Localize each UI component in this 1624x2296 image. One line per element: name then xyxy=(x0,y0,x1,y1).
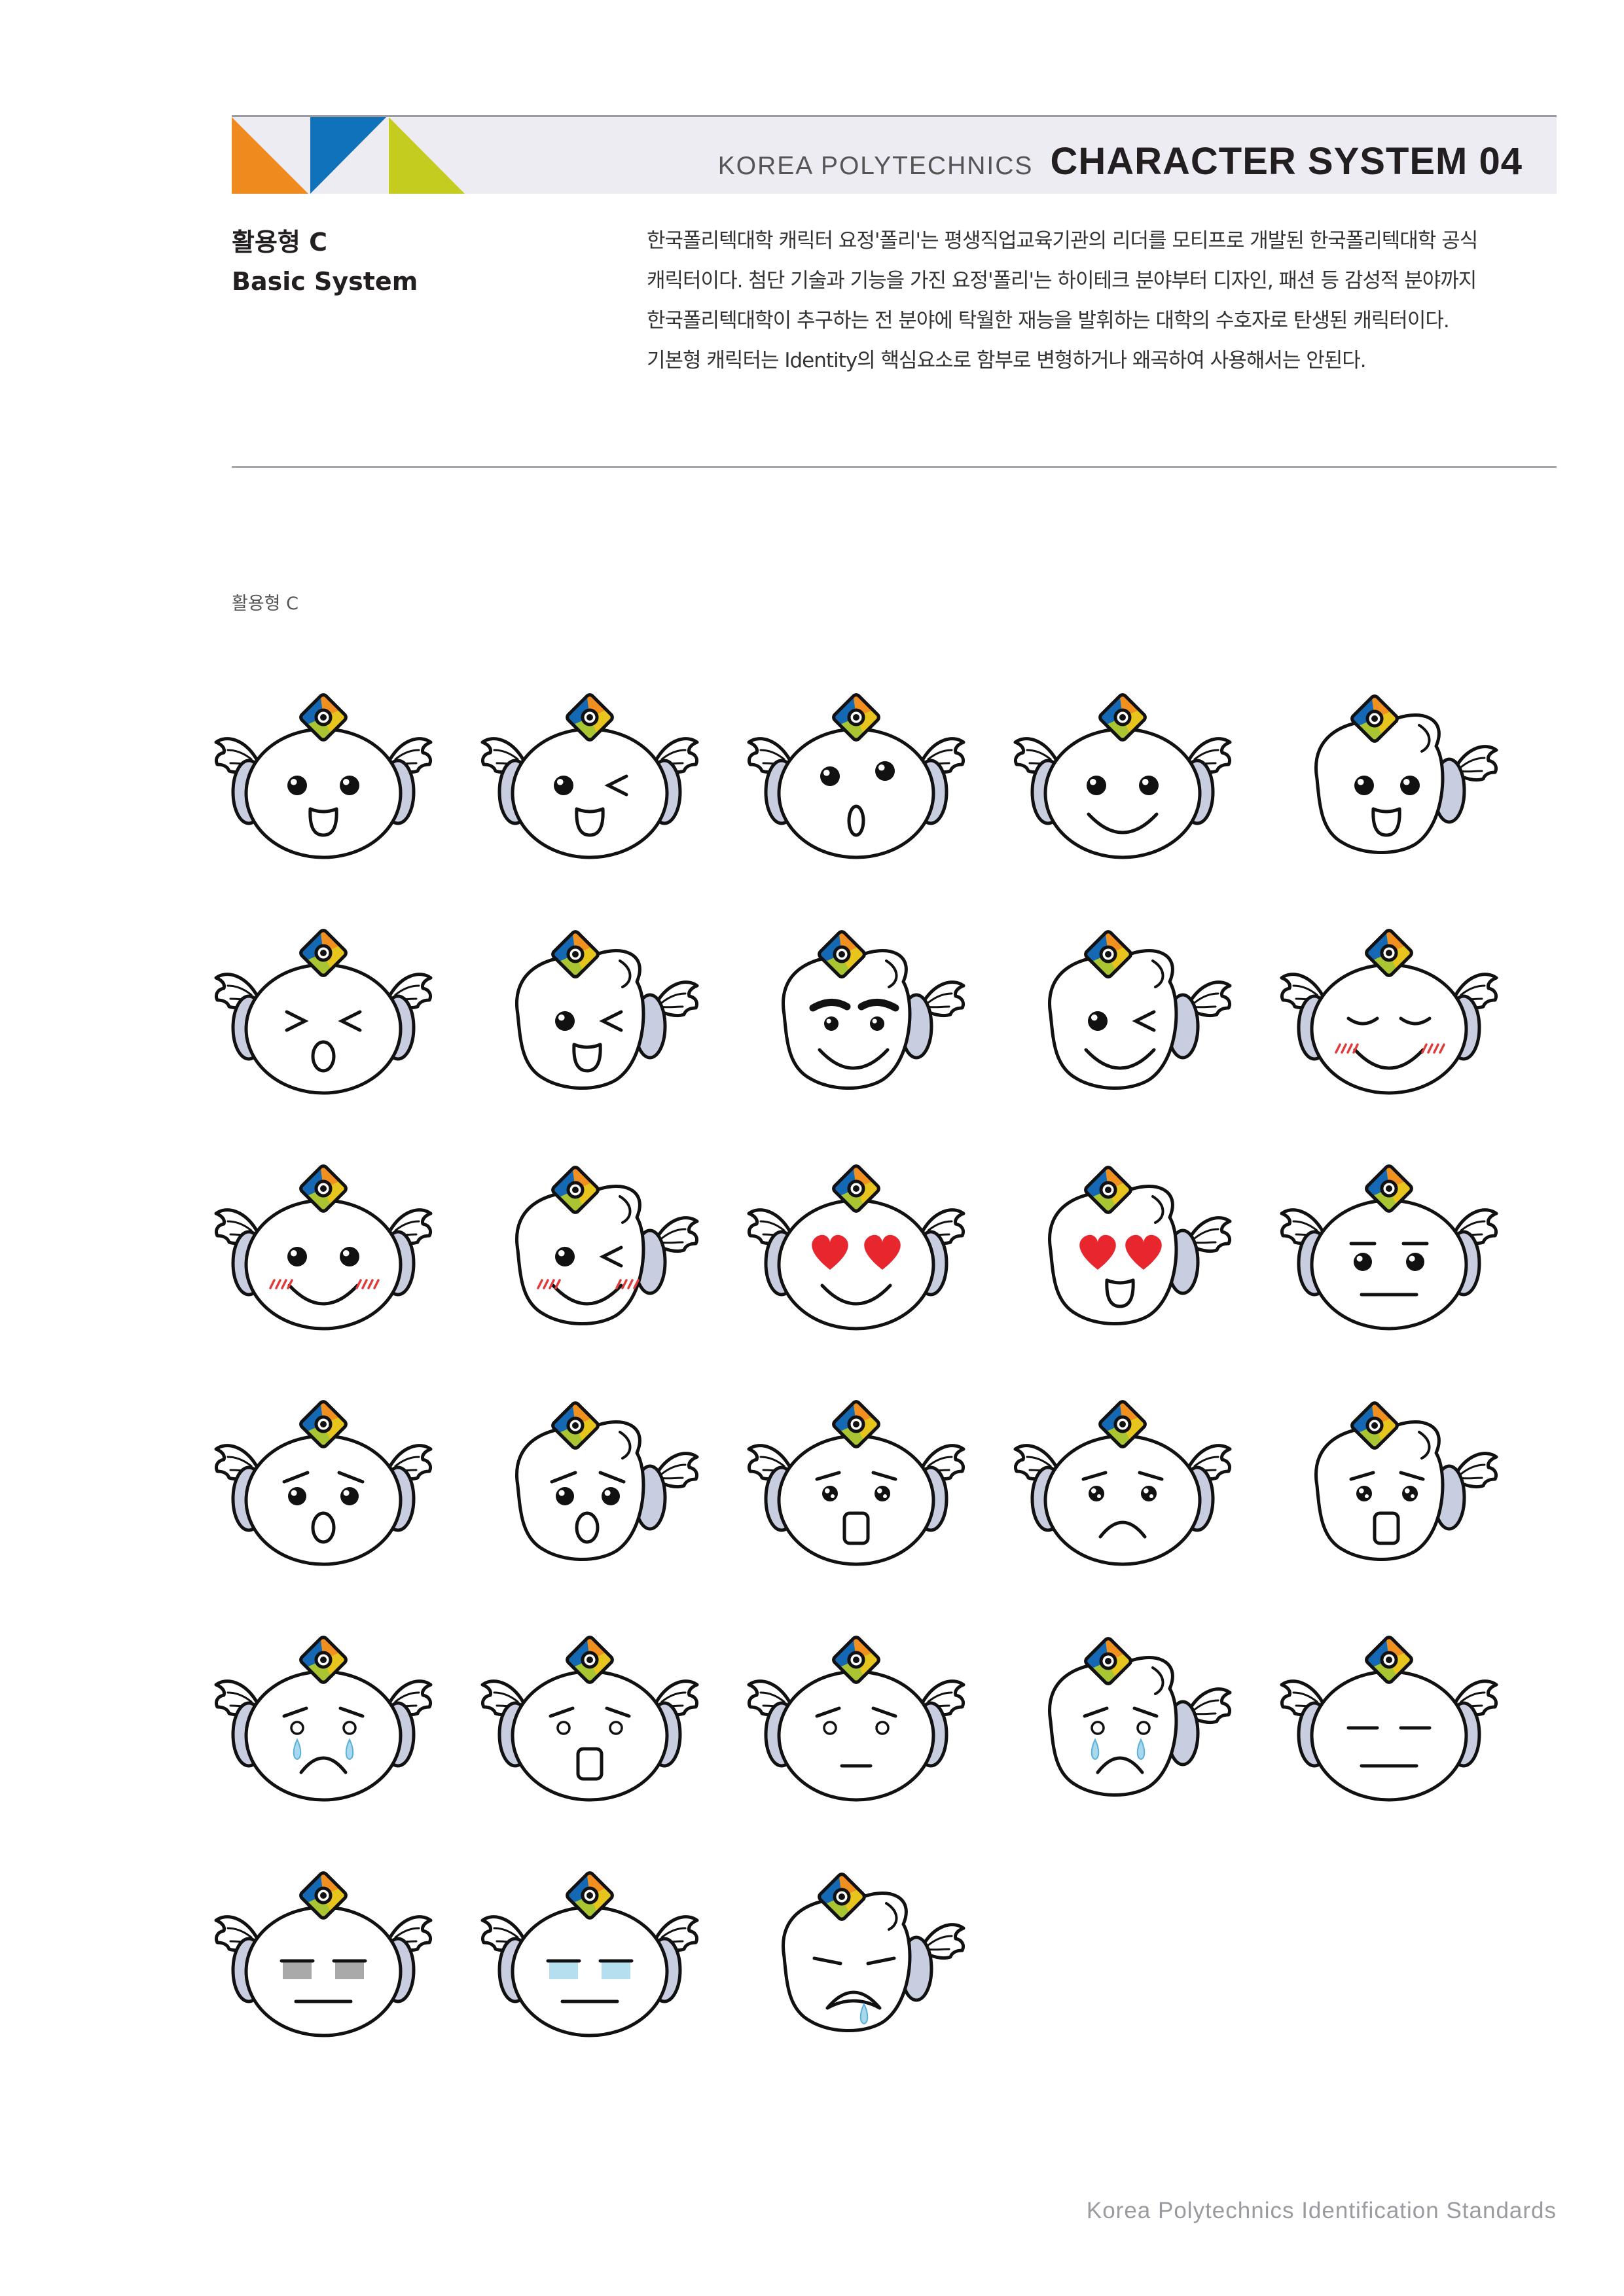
header-logo-shapes xyxy=(232,117,465,194)
character-illustration xyxy=(1280,1164,1498,1331)
character-illustration xyxy=(515,1166,699,1326)
section-label: 활용형 C Basic System xyxy=(232,223,598,301)
character-sparkle-frown xyxy=(1013,1388,1232,1584)
character-illustration xyxy=(214,1636,433,1802)
character-illustration xyxy=(747,1164,965,1331)
character-illustration xyxy=(214,1400,433,1566)
character-bars-blue-line xyxy=(480,1859,699,2055)
character-rings-frown xyxy=(1024,1623,1232,1820)
character-illustration xyxy=(480,1636,699,1802)
face-mouth xyxy=(1373,1511,1400,1545)
face-mouth xyxy=(847,804,865,837)
character-dots-open-smile xyxy=(1291,681,1498,877)
section-title-ko: 활용형 C xyxy=(232,228,327,257)
character-illustration xyxy=(214,929,433,1095)
header-title: KOREA POLYTECHNICS CHARACTER SYSTEM 04 xyxy=(718,139,1523,183)
character-illustration xyxy=(214,1871,433,2037)
footer-text: Korea Polytechnics Identification Standa… xyxy=(1086,2198,1557,2223)
character-wink-smile xyxy=(1024,916,1232,1113)
face-mouth xyxy=(311,1511,336,1544)
character-illustration xyxy=(782,930,965,1090)
logo-orange-triangle xyxy=(232,117,308,194)
character-illustration xyxy=(1314,1401,1498,1562)
character-illustration xyxy=(782,1873,965,2033)
face-mouth xyxy=(311,1040,336,1073)
character-sparkle-square xyxy=(1291,1388,1498,1584)
face-mouth xyxy=(576,1747,604,1781)
intro-line: 한국폴리텍대학 캐릭터 요정'폴리'는 평생직업교육기관의 리더를 모티프로 개… xyxy=(647,229,1478,253)
character-illustration xyxy=(214,693,433,859)
character-closed-lines-grimace xyxy=(758,1859,965,2055)
character-dots-smile xyxy=(1013,681,1232,877)
character-wink-smile xyxy=(492,1152,699,1348)
character-rings-line-small xyxy=(747,1623,965,1820)
intro-line: 기본형 캐릭터는 Identity의 핵심요소로 함부로 변형하거나 왜곡하여 … xyxy=(647,349,1367,372)
character-worried-o-oval xyxy=(214,1388,433,1584)
character-squint-o-oval xyxy=(214,916,433,1113)
character-illustration xyxy=(480,693,699,859)
character-hearts-open-smile xyxy=(1024,1152,1232,1348)
character-illustration xyxy=(515,930,699,1090)
character-illustration xyxy=(747,1636,965,1802)
character-rings-frown xyxy=(214,1623,433,1820)
logo-lime-triangle xyxy=(389,117,465,194)
character-dots-lidded-line xyxy=(1280,1152,1498,1348)
grid-caption: 활용형 C xyxy=(232,594,298,614)
character-wink-open-smile xyxy=(480,681,699,877)
character-rings-square xyxy=(480,1623,699,1820)
intro-line: 한국폴리텍대학이 추구하는 전 분야에 탁월한 재능을 발휘하는 대학의 수호자… xyxy=(647,309,1450,332)
character-dots-smile xyxy=(214,1152,433,1348)
character-hearts-smile xyxy=(747,1152,965,1348)
intro-line: 캐릭터이다. 첨단 기술과 기능을 가진 요정'폴리'는 하이테크 분야부터 디… xyxy=(647,269,1477,293)
character-illustration xyxy=(747,1400,965,1566)
character-brows-smile xyxy=(758,916,965,1113)
character-illustration xyxy=(1314,694,1498,855)
character-grid xyxy=(214,681,1563,2055)
character-illustration xyxy=(1013,1400,1232,1566)
intro-text: 한국폴리텍대학 캐릭터 요정'폴리'는 평생직업교육기관의 리더를 모티프로 개… xyxy=(647,221,1557,381)
character-illustration xyxy=(1013,693,1232,859)
section-title-en: Basic System xyxy=(232,267,418,296)
header-bar: KOREA POLYTECHNICS CHARACTER SYSTEM 04 xyxy=(232,115,1557,194)
divider xyxy=(232,466,1557,468)
character-illustration xyxy=(1048,1637,1232,1797)
character-illustration xyxy=(214,1164,433,1331)
character-worried-o-oval xyxy=(492,1388,699,1584)
face-mouth xyxy=(575,1511,600,1544)
character-illustration xyxy=(1048,930,1232,1090)
section-title: CHARACTER SYSTEM 04 xyxy=(1050,140,1523,183)
character-illustration xyxy=(515,1401,699,1562)
character-illustration xyxy=(747,693,965,859)
logo-blue-triangle xyxy=(310,117,386,194)
character-dashes-line xyxy=(1280,1623,1498,1820)
character-closed-smile xyxy=(1280,916,1498,1113)
character-illustration xyxy=(480,1871,699,2037)
face-mouth xyxy=(842,1511,870,1545)
brand-name: KOREA POLYTECHNICS xyxy=(717,152,1034,180)
character-dots-open-smile xyxy=(214,681,433,877)
character-sparkle-square xyxy=(747,1388,965,1584)
character-dots-high-o-small xyxy=(747,681,965,877)
character-wink-open-smile xyxy=(492,916,699,1113)
character-illustration xyxy=(1048,1166,1232,1326)
character-illustration xyxy=(1280,1636,1498,1802)
character-bars-gray-line xyxy=(214,1859,433,2055)
character-illustration xyxy=(1280,929,1498,1095)
